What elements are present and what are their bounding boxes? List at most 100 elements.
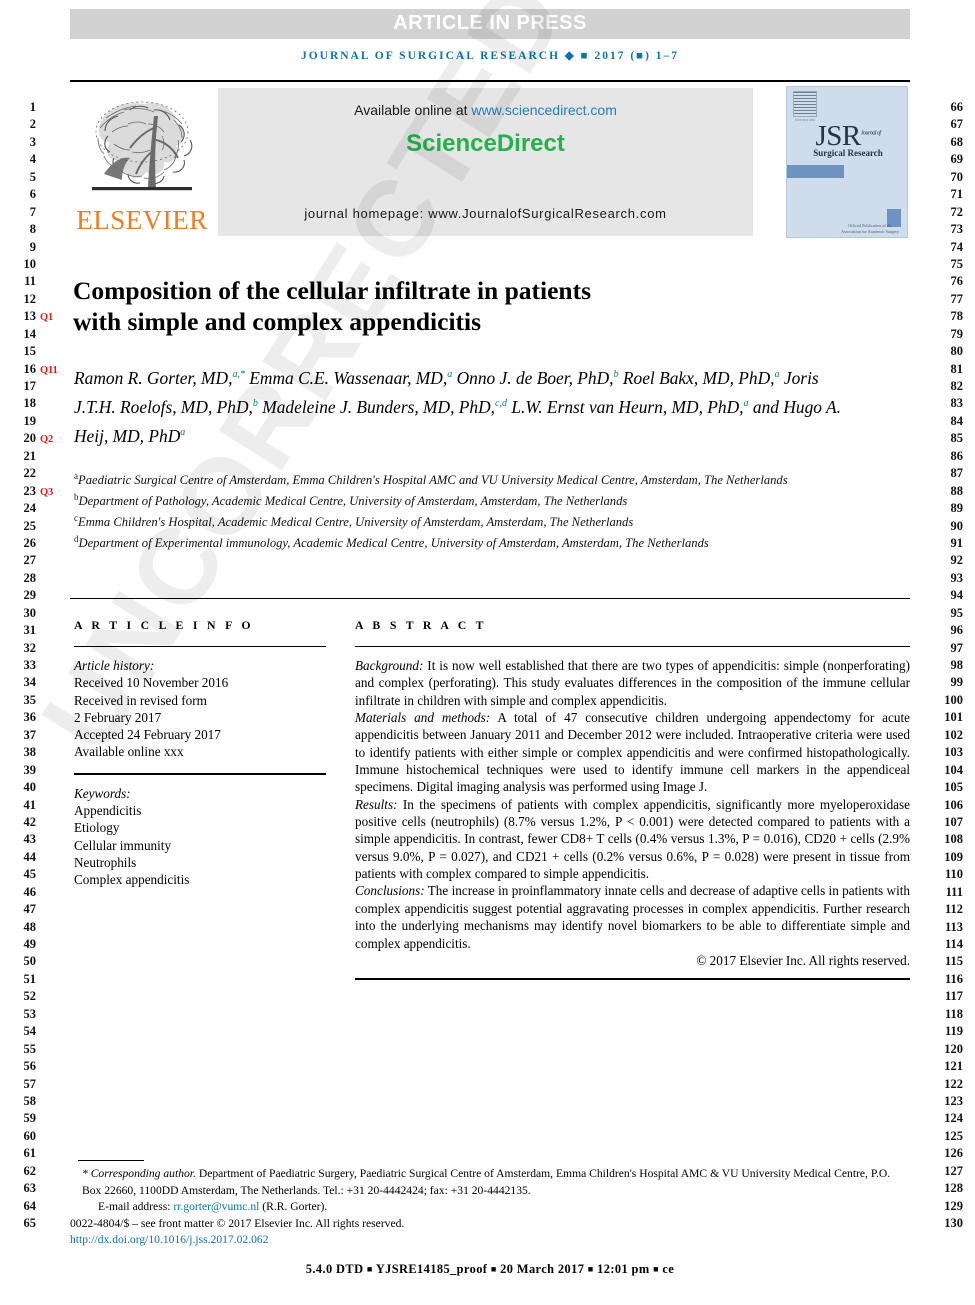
affiliation-item: dDepartment of Experimental immunology, … (74, 531, 864, 552)
affiliation-text: Paediatric Surgical Centre of Amsterdam,… (78, 473, 788, 488)
author-entry: Emma C.E. Wassenaar, MD,a (249, 368, 452, 388)
keyword-item[interactable]: Cellular immunity (74, 837, 326, 854)
line-number: 40 (23, 780, 37, 795)
author-entry: Roel Bakx, MD, PhD,a (623, 368, 780, 388)
proof-dtd: 5.4.0 DTD (305, 1262, 364, 1276)
line-number: 49 (23, 937, 37, 951)
info-section-rule (70, 598, 910, 599)
line-number: 14 (23, 326, 37, 341)
line-number: 83 (950, 396, 964, 411)
proof-date: 20 March 2017 (500, 1262, 585, 1276)
line-number: 48 (23, 919, 37, 934)
line-number: 91 (950, 535, 964, 550)
proof-sep-3-icon: ■ (587, 1264, 594, 1274)
article-history-item: Available online xxx (74, 744, 184, 760)
line-number: 52 (23, 989, 37, 1004)
line-number: 30 (23, 605, 37, 620)
line-number: 68 (950, 134, 964, 149)
query-marker[interactable]: Q2 (40, 431, 53, 448)
line-number: 36 (23, 710, 37, 725)
cover-title-sup: Journal of (860, 130, 881, 137)
line-number: 73 (950, 222, 964, 237)
line-number: 75 (950, 256, 964, 271)
affiliation-item: bDepartment of Pathology, Academic Medic… (74, 489, 864, 510)
abstract-results-text: In the specimens of patients with comple… (355, 796, 910, 882)
line-number: 26 (23, 535, 37, 550)
query-marker[interactable]: Q3 (40, 484, 53, 501)
line-number: 116 (944, 971, 963, 986)
article-in-press-label: ARTICLE IN PRESS (393, 12, 587, 34)
journal-citation-line: JOURNAL OF SURGICAL RESEARCH ◆ ■ 2017 (■… (300, 50, 680, 62)
abstract-results-label: Results: (355, 796, 398, 812)
abstract-rule-top (355, 646, 910, 647)
available-online-line: Available online at www.sciencedirect.co… (218, 102, 753, 118)
line-number: 71 (950, 187, 964, 202)
line-number: 101 (944, 710, 963, 725)
line-number: 82 (950, 379, 964, 393)
affiliation-text: Emma Children's Hospital, Academic Medic… (78, 515, 634, 530)
line-number: 81 (950, 361, 964, 376)
line-number: 86 (950, 448, 964, 463)
keyword-item[interactable]: Neutrophils (74, 854, 326, 871)
author-name: L.W. Ernst van Heurn, MD, PhD, (511, 397, 744, 417)
line-number: 105 (944, 780, 963, 795)
doi-link[interactable]: http://dx.doi.org/10.1016/j.jss.2017.02.… (70, 1232, 910, 1249)
line-number: 113 (944, 919, 963, 934)
line-number: 15 (23, 344, 37, 359)
line-number: 32 (23, 640, 37, 655)
corresponding-author-note: * Corresponding author. Department of Pa… (70, 1166, 910, 1199)
email-link[interactable]: rr.gorter@vumc.nl (173, 1200, 259, 1213)
line-number: 121 (944, 1059, 963, 1074)
query-marker[interactable]: Q11 (40, 362, 58, 379)
line-number: 76 (950, 274, 964, 289)
line-number: 97 (950, 640, 964, 655)
author-affiliation-marker[interactable]: b (253, 398, 258, 409)
author-affiliation-marker[interactable]: a,* (232, 369, 245, 380)
author-affiliation-marker[interactable]: a (775, 369, 780, 380)
keyword-item[interactable]: Etiology (74, 819, 326, 836)
author-name: Emma C.E. Wassenaar, MD, (249, 367, 448, 388)
line-number: 115 (944, 954, 963, 969)
line-number: 80 (950, 344, 964, 359)
line-number: 31 (23, 623, 37, 638)
line-number: 74 (950, 239, 964, 254)
line-number: 27 (23, 553, 37, 568)
query-marker[interactable]: Q1 (40, 309, 53, 326)
line-number: 23 Q3 (0, 483, 54, 500)
author-affiliation-marker[interactable]: a (447, 369, 452, 380)
article-history-item: Accepted 24 February 2017 (74, 727, 221, 743)
line-number: 10 (23, 256, 37, 271)
affiliation-text: Department of Experimental immunology, A… (78, 536, 709, 551)
affiliation-list: aPaediatric Surgical Centre of Amsterdam… (74, 468, 864, 552)
line-number: 126 (944, 1146, 963, 1161)
line-number: 38 (23, 745, 37, 760)
line-number: 37 (23, 727, 37, 742)
line-number: 118 (944, 1006, 963, 1021)
sciencedirect-link[interactable]: www.sciencedirect.com (471, 102, 617, 118)
line-number: 119 (944, 1024, 963, 1039)
proof-sep-1-icon: ■ (366, 1264, 373, 1274)
author-affiliation-marker[interactable]: a (180, 427, 185, 438)
abstract-conclusions-paragraph: Conclusions: The increase in proinflamma… (355, 882, 910, 951)
title-line-2: with simple and complex appendicitis (73, 307, 482, 337)
line-number: 9 (29, 239, 36, 254)
line-number: 6 (29, 187, 36, 202)
line-number: 66 (950, 100, 964, 114)
keyword-item[interactable]: Complex appendicitis (74, 871, 326, 888)
abstract-column: A B S T R A C T Background: It is now we… (355, 618, 910, 981)
article-info-heading: A R T I C L E I N F O (74, 618, 254, 632)
proof-time: 12:01 pm (597, 1262, 650, 1276)
keyword-item[interactable]: Appendicitis (74, 802, 326, 819)
line-number: 1 (29, 100, 36, 114)
author-entry: Onno J. de Boer, PhD,b (457, 368, 619, 388)
line-number: 67 (950, 117, 964, 132)
author-affiliation-marker[interactable]: a (744, 398, 749, 409)
line-number: 107 (944, 814, 963, 829)
cover-accent-bar-1 (787, 165, 844, 178)
line-number: 127 (944, 1163, 963, 1178)
author-affiliation-marker[interactable]: b (614, 369, 619, 380)
line-number: 17 (23, 379, 37, 393)
author-affiliation-marker[interactable]: c,d (495, 398, 507, 409)
line-number: 57 (23, 1076, 37, 1091)
line-number: 128 (944, 1181, 963, 1196)
